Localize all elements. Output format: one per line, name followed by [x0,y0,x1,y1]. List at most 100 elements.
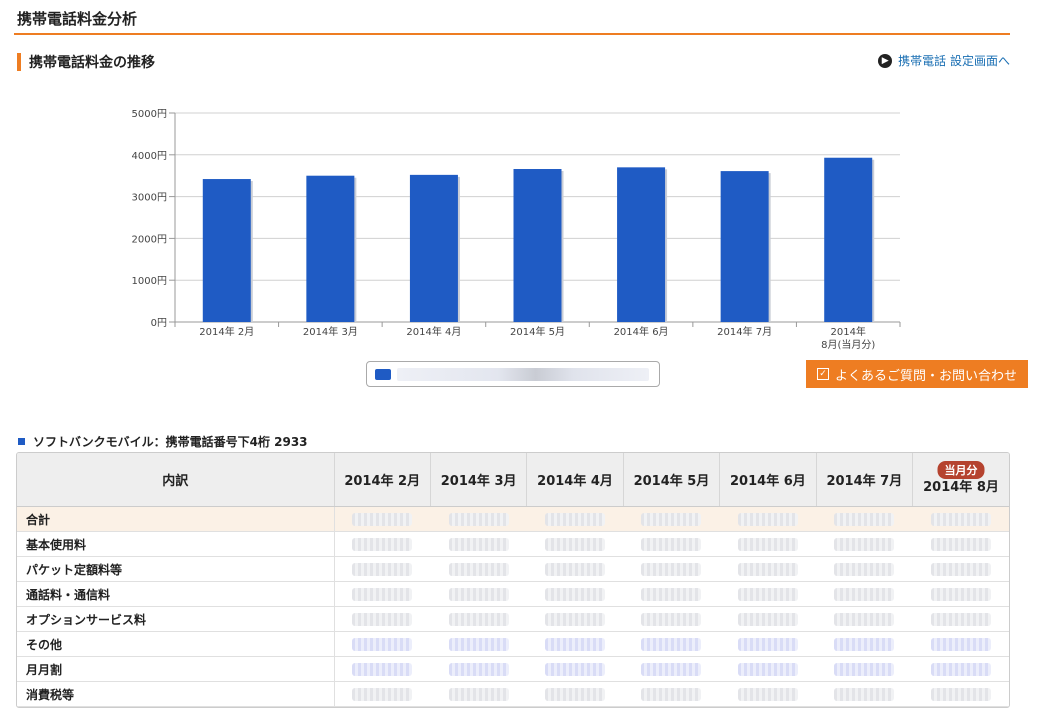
redacted-value [930,687,991,701]
faq-button-label: よくあるご質問・お問い合わせ [834,368,1017,384]
settings-link[interactable]: ▶ 携帯電話 設定画面へ [878,52,1010,69]
redacted-value [834,687,895,701]
x-tick-label: 2014年 7月 [717,325,772,338]
redacted-cell [912,581,1009,607]
row-label: 合計 [17,506,335,532]
legend-swatch [375,369,391,380]
redacted-value [641,637,702,651]
redacted-value [737,687,798,701]
redacted-value [641,512,702,526]
redacted-value [737,612,798,626]
redacted-cell [816,581,913,607]
redacted-value [448,612,509,626]
carrier-heading: ソフトバンクモバイル：携帯電話番号下4桁 2933 [18,433,308,450]
redacted-cell [816,506,913,532]
redacted-value [834,562,895,576]
x-tick-label: 8月(当月分) [821,338,875,351]
x-tick-label: 2014年 6月 [614,325,669,338]
redacted-value [352,687,413,701]
section-heading: 携帯電話料金の推移 [17,52,155,72]
redacted-cell [526,681,624,707]
redacted-cell [719,531,817,557]
redacted-cell [430,556,527,582]
redacted-cell [623,631,720,657]
x-tick-label: 2014年 5月 [510,325,565,338]
redacted-cell [430,656,527,682]
redacted-cell [816,656,913,682]
row-label: オプションサービス料 [17,606,335,632]
redacted-value [448,587,509,601]
redacted-cell [334,531,431,557]
table-header-month: 2014年 6月 [719,453,817,507]
redacted-value [352,562,413,576]
redacted-cell [526,631,624,657]
redacted-value [834,587,895,601]
chart-legend[interactable] [366,361,660,387]
redacted-cell [623,581,720,607]
redacted-value [930,662,991,676]
bar [513,169,562,322]
redacted-cell [334,656,431,682]
redacted-cell [816,681,913,707]
redacted-cell [623,506,720,532]
table-header-month: 2014年 4月 [526,453,624,507]
section-title: 携帯電話料金の推移 [29,55,155,71]
redacted-value [834,637,895,651]
y-tick-label: 2000円 [132,234,167,245]
settings-link-label: 携帯電話 設定画面へ [898,54,1010,68]
redacted-value [641,562,702,576]
table-row: 合計 [17,506,1009,532]
redacted-value [352,587,413,601]
legend-label-redacted [397,368,649,381]
redacted-value [930,512,991,526]
redacted-cell [912,506,1009,532]
section-accent-bar [17,53,21,71]
redacted-cell [719,506,817,532]
redacted-value [352,612,413,626]
x-tick-label: 2014年 4月 [406,325,461,338]
redacted-value [930,637,991,651]
redacted-value [448,637,509,651]
redacted-value [545,637,606,651]
redacted-value [352,662,413,676]
redacted-value [545,512,606,526]
table-header-month: 2014年 2月 [334,453,431,507]
redacted-cell [526,506,624,532]
bar [306,175,355,322]
redacted-value [641,662,702,676]
page-title: 携帯電話料金分析 [17,10,138,28]
table-header-current-month: 当月分 2014年 8月 [912,453,1009,507]
row-label: 消費税等 [17,681,335,707]
redacted-cell [526,556,624,582]
redacted-cell [526,531,624,557]
faq-contact-button[interactable]: ✓ よくあるご質問・お問い合わせ [806,360,1028,388]
redacted-cell [334,631,431,657]
redacted-cell [430,631,527,657]
redacted-cell [719,681,817,707]
x-tick-label: 2014年 2月 [199,325,254,338]
table-row: オプションサービス料 [17,606,1009,632]
redacted-cell [623,556,720,582]
title-divider [14,33,1010,35]
table-header-row: 内訳 2014年 2月 2014年 3月 2014年 4月 2014年 5月 2… [17,453,1009,507]
monthly-charge-chart: 0円 1000円 2000円 3000円 4000円 5000円 2014年 2月 2014年… [132,109,901,351]
table-row: パケット定額料等 [17,556,1009,582]
redacted-cell [623,606,720,632]
redacted-value [834,537,895,551]
redacted-value [641,687,702,701]
redacted-value [930,612,991,626]
redacted-cell [430,531,527,557]
redacted-cell [912,656,1009,682]
redacted-cell [816,531,913,557]
redacted-cell [912,556,1009,582]
redacted-cell [912,681,1009,707]
table-header-month: 2014年 5月 [623,453,721,507]
bar [202,179,251,322]
redacted-value [545,537,606,551]
table-header-breakdown: 内訳 [17,453,335,507]
redacted-cell [526,581,624,607]
redacted-cell [719,656,817,682]
bar [617,167,666,322]
checkbox-icon: ✓ [816,368,829,380]
table-header-month: 2014年 8月 [923,480,999,495]
